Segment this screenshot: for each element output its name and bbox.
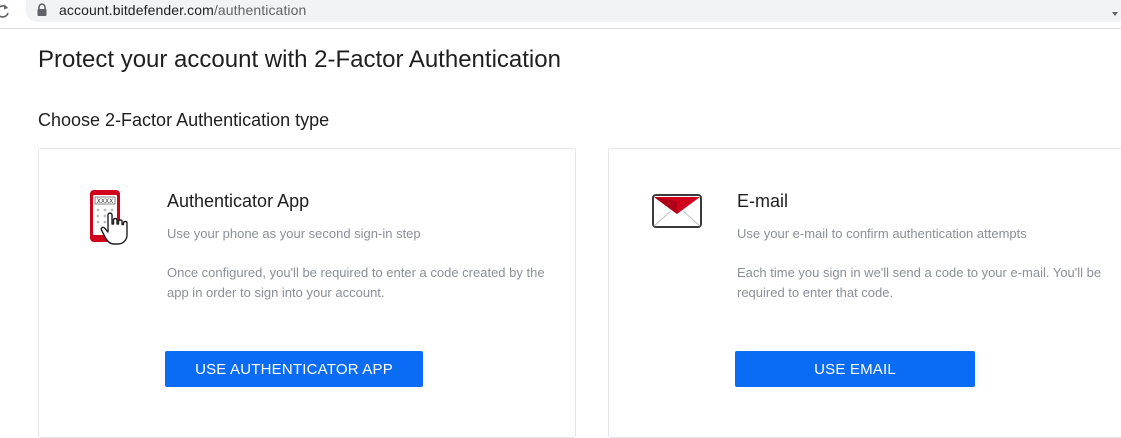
authenticator-app-description: Once configured, you'll be required to e… xyxy=(167,265,545,300)
lock-icon[interactable] xyxy=(36,3,48,17)
url-host: account.bitdefender.com xyxy=(59,2,214,18)
url-path: /authentication xyxy=(213,2,307,18)
email-title: E-mail xyxy=(737,191,789,211)
use-authenticator-app-button[interactable]: USE AUTHENTICATOR APP xyxy=(165,351,423,387)
reload-icon[interactable] xyxy=(0,3,10,19)
email-subtitle: Use your e-mail to confirm authenticatio… xyxy=(737,226,1027,241)
page-title: Protect your account with 2-Factor Authe… xyxy=(38,46,561,73)
browser-toolbar: account.bitdefender.com/authentication xyxy=(0,0,1121,29)
envelope-icon xyxy=(651,189,705,236)
chevron-down-icon[interactable] xyxy=(1111,5,1119,16)
authenticator-app-card: XXXX Authenticator App Use your phone as… xyxy=(38,148,576,438)
authenticator-app-subtitle: Use your phone as your second sign-in st… xyxy=(167,226,421,241)
authenticator-app-title: Authenticator App xyxy=(167,191,310,211)
address-bar[interactable]: account.bitdefender.com/authentication xyxy=(26,0,1121,22)
email-card: E-mail Use your e-mail to confirm authen… xyxy=(608,148,1121,438)
authenticator-code-text: XXXX xyxy=(97,198,113,205)
email-description: Each time you sign in we'll send a code … xyxy=(737,265,1102,300)
section-title: Choose 2-Factor Authentication type xyxy=(38,110,330,130)
use-email-button[interactable]: USE EMAIL xyxy=(735,351,975,387)
url-text[interactable]: account.bitdefender.com/authentication xyxy=(59,2,306,18)
authenticator-app-icon: XXXX xyxy=(89,189,129,252)
